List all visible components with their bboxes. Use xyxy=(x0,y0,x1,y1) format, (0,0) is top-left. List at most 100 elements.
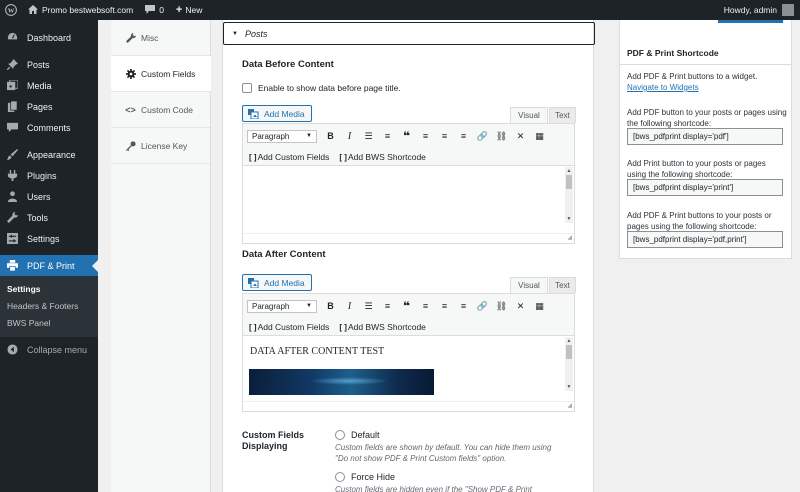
navigate-to-widgets-link[interactable]: Navigate to Widgets xyxy=(627,83,699,92)
collapse-menu-button[interactable]: Collapse menu xyxy=(0,339,98,360)
align-right-button[interactable]: ≡ xyxy=(454,128,473,144)
blockquote-button[interactable]: ❝ xyxy=(397,128,416,144)
submenu-item-bws-panel[interactable]: BWS Panel xyxy=(0,314,98,331)
admin-bar: W Promo bestwebsoft.com 0 + New Howdy, a… xyxy=(0,0,800,20)
plus-icon: + xyxy=(175,4,183,16)
shortcode-icon: [ ] xyxy=(249,152,257,162)
editor-toolbar-before: Paragraph ▼ B I ☰ ≡ ❝ ≡ ≡ ≡ 🔗 ⛓ ✕ ▦ [ ] A… xyxy=(243,124,574,166)
tab-license-key[interactable]: License Key xyxy=(111,128,210,164)
add-bws-shortcode-button-after[interactable]: [ ] Add BWS Shortcode xyxy=(337,320,428,335)
bold-button[interactable]: B xyxy=(321,128,340,144)
toolbar-toggle-icon[interactable]: ▦ xyxy=(530,298,549,314)
link-icon[interactable]: 🔗 xyxy=(473,298,492,314)
text-tab-before[interactable]: Text xyxy=(549,107,576,123)
scroll-thumb[interactable] xyxy=(566,175,572,189)
toolbar-toggle-icon[interactable]: ▦ xyxy=(530,128,549,144)
widget-text-4: Add PDF & Print buttons to your posts or… xyxy=(627,211,772,231)
radio-default-row[interactable]: Default xyxy=(335,430,380,440)
posts-section-toggle[interactable]: ▼ Posts xyxy=(223,22,595,45)
before-title-checkbox[interactable] xyxy=(242,83,252,93)
scroll-thumb[interactable] xyxy=(566,345,572,359)
button-label: Add Custom Fields xyxy=(257,322,330,332)
sidebar-item-pdf-print[interactable]: PDF & Print xyxy=(0,255,98,276)
align-left-button[interactable]: ≡ xyxy=(416,298,435,314)
add-media-label: Add Media xyxy=(264,277,305,288)
submenu-item-headers-footers[interactable]: Headers & Footers xyxy=(0,297,98,314)
unlink-icon[interactable]: ⛓ xyxy=(492,128,511,144)
sidebar-item-label: Pages xyxy=(27,101,53,112)
shortcode-print[interactable]: [bws_pdfprint display='print'] xyxy=(627,179,783,196)
sidebar-item-tools[interactable]: Tools xyxy=(0,207,98,228)
pin-icon xyxy=(6,59,18,71)
unlink-icon[interactable]: ⛓ xyxy=(492,298,511,314)
format-select-after[interactable]: Paragraph ▼ xyxy=(247,299,317,313)
shortcode-icon: [ ] xyxy=(249,322,257,332)
fullscreen-icon[interactable]: ✕ xyxy=(511,128,530,144)
visual-tab-before[interactable]: Visual xyxy=(510,107,548,123)
editor-resize-handle[interactable] xyxy=(243,233,574,243)
tab-misc[interactable]: Misc xyxy=(111,20,210,56)
scrollbar[interactable]: ▲ ▼ xyxy=(565,167,573,223)
sidebar-item-label: Posts xyxy=(27,59,50,70)
blockquote-button[interactable]: ❝ xyxy=(397,298,416,314)
svg-text:W: W xyxy=(8,7,15,14)
sidebar-item-settings[interactable]: Settings xyxy=(0,228,98,249)
add-custom-fields-button-after[interactable]: [ ] Add Custom Fields xyxy=(247,320,331,335)
custom-fields-displaying-label: Custom Fields Displaying xyxy=(242,430,305,451)
sidebar-item-pages[interactable]: Pages xyxy=(0,96,98,117)
editor-resize-handle[interactable] xyxy=(243,401,574,411)
my-account-link[interactable]: Howdy, admin xyxy=(718,0,800,20)
italic-button[interactable]: I xyxy=(340,128,359,144)
sidebar-item-label: PDF & Print xyxy=(27,260,75,271)
align-right-button[interactable]: ≡ xyxy=(454,298,473,314)
sidebar-item-dashboard[interactable]: Dashboard xyxy=(0,27,98,48)
radio-label: Default xyxy=(351,430,380,440)
site-name-link[interactable]: Promo bestwebsoft.com xyxy=(22,0,139,20)
new-content-link[interactable]: + New xyxy=(170,0,208,20)
add-media-button-before[interactable]: Add Media xyxy=(242,105,312,122)
align-left-button[interactable]: ≡ xyxy=(416,128,435,144)
sidebar-item-users[interactable]: Users xyxy=(0,186,98,207)
add-bws-shortcode-button-before[interactable]: [ ] Add BWS Shortcode xyxy=(337,150,428,165)
radio-force-hide-row[interactable]: Force Hide xyxy=(335,472,395,482)
sidebar-item-label: Appearance xyxy=(27,149,76,160)
format-select-before[interactable]: Paragraph ▼ xyxy=(247,129,317,143)
editor-after: Paragraph ▼ B I ☰ ≡ ❝ ≡ ≡ ≡ 🔗 ⛓ ✕ ▦ [ ] A… xyxy=(242,293,575,412)
save-button-edge[interactable] xyxy=(718,20,783,23)
tab-custom-code[interactable]: <> Custom Code xyxy=(111,92,210,128)
tab-custom-fields[interactable]: Custom Fields xyxy=(111,56,211,92)
editor-content-after[interactable]: DATA AFTER CONTENT TEST ▲ ▼ xyxy=(243,336,574,401)
shortcode-pdf[interactable]: [bws_pdfprint display='pdf'] xyxy=(627,128,783,145)
radio-default[interactable] xyxy=(335,430,345,440)
sidebar-item-plugins[interactable]: Plugins xyxy=(0,165,98,186)
bullet-list-button[interactable]: ☰ xyxy=(359,128,378,144)
shortcode-pdf-print[interactable]: [bws_pdfprint display='pdf,print'] xyxy=(627,231,783,248)
before-content-checkbox-row[interactable]: Enable to show data before page title. xyxy=(242,83,401,93)
wordpress-logo-icon[interactable]: W xyxy=(0,0,22,20)
numbered-list-button[interactable]: ≡ xyxy=(378,298,397,314)
radio-force-hide[interactable] xyxy=(335,472,345,482)
settings-icon xyxy=(6,233,18,245)
avatar xyxy=(782,4,794,16)
submenu-item-settings[interactable]: Settings xyxy=(0,280,98,297)
fullscreen-icon[interactable]: ✕ xyxy=(511,298,530,314)
numbered-list-button[interactable]: ≡ xyxy=(378,128,397,144)
bold-button[interactable]: B xyxy=(321,298,340,314)
link-icon[interactable]: 🔗 xyxy=(473,128,492,144)
italic-button[interactable]: I xyxy=(340,298,359,314)
visual-tab-after[interactable]: Visual xyxy=(510,277,548,293)
editor-content-before[interactable]: ▲ ▼ xyxy=(243,166,574,233)
sidebar-item-comments[interactable]: Comments xyxy=(0,117,98,138)
align-center-button[interactable]: ≡ xyxy=(435,298,454,314)
add-media-button-after[interactable]: Add Media xyxy=(242,274,312,291)
align-center-button[interactable]: ≡ xyxy=(435,128,454,144)
bullet-list-button[interactable]: ☰ xyxy=(359,298,378,314)
sidebar-item-media[interactable]: Media xyxy=(0,75,98,96)
comments-icon xyxy=(6,122,18,134)
comments-link[interactable]: 0 xyxy=(139,0,170,20)
text-tab-after[interactable]: Text xyxy=(549,277,576,293)
sidebar-item-appearance[interactable]: Appearance xyxy=(0,144,98,165)
scrollbar[interactable]: ▲ ▼ xyxy=(565,337,573,391)
sidebar-item-posts[interactable]: Posts xyxy=(0,54,98,75)
add-custom-fields-button-before[interactable]: [ ] Add Custom Fields xyxy=(247,150,331,165)
